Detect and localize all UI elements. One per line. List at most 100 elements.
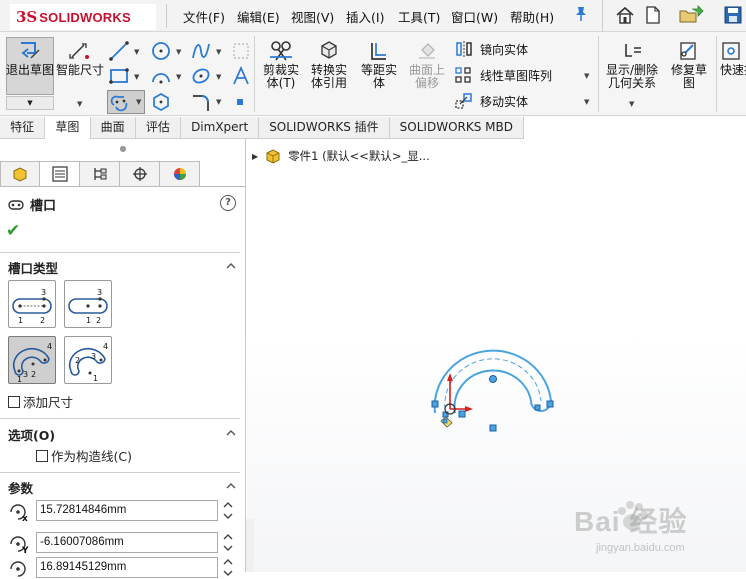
slot-centerline[interactable] bbox=[444, 358, 542, 410]
move-entities-button[interactable]: 移动实体 bbox=[454, 92, 528, 110]
slot-dropdown[interactable]: ▼ bbox=[136, 98, 141, 106]
fillet-icon[interactable] bbox=[190, 91, 212, 113]
parameters-collapse-icon[interactable] bbox=[226, 481, 236, 491]
slot-type-title[interactable]: 槽口类型 bbox=[8, 258, 58, 277]
slot-handle-left[interactable] bbox=[431, 400, 439, 408]
arc-center-point[interactable] bbox=[489, 375, 497, 383]
construction-label: 作为构造线(C) bbox=[51, 449, 132, 464]
slot-handle-end[interactable] bbox=[458, 410, 466, 418]
center-arc-slot-num-2: 2 bbox=[75, 356, 80, 365]
tab-dimxpert[interactable]: DimXpert bbox=[181, 117, 260, 139]
section-separator-2 bbox=[0, 418, 240, 419]
expand-arrow-icon[interactable]: ▶ bbox=[252, 152, 258, 161]
circle-dropdown[interactable]: ▼ bbox=[176, 48, 181, 56]
property-manager-tab[interactable] bbox=[40, 161, 80, 187]
slot-type-collapse-icon[interactable] bbox=[226, 261, 236, 271]
add-dimensions-box[interactable] bbox=[8, 395, 20, 408]
slot-handle-bottom[interactable] bbox=[489, 424, 497, 432]
circle-icon[interactable] bbox=[150, 40, 172, 62]
ellipse-icon[interactable] bbox=[190, 65, 212, 87]
construction-checkbox[interactable]: 作为构造线(C) bbox=[36, 446, 132, 465]
menu-edit[interactable]: 编辑(E) bbox=[237, 7, 280, 26]
configuration-manager-tab[interactable] bbox=[80, 161, 120, 187]
smart-dimension-dropdown[interactable]: ▼ bbox=[77, 100, 82, 108]
rectangle-dropdown[interactable]: ▼ bbox=[134, 73, 139, 81]
menu-file[interactable]: 文件(F) bbox=[183, 7, 225, 26]
tab-solidworks-mbd[interactable]: SOLIDWORKS MBD bbox=[390, 117, 524, 139]
menu-insert[interactable]: 插入(I) bbox=[346, 7, 384, 26]
new-document-icon[interactable] bbox=[642, 5, 664, 25]
show-relations-dropdown[interactable]: ▼ bbox=[629, 100, 634, 108]
trim-button[interactable]: 剪裁实体(T) bbox=[258, 40, 304, 90]
feature-manager-tab[interactable] bbox=[0, 161, 40, 187]
center-slot-num-2: 2 bbox=[96, 316, 101, 325]
linear-pattern-button[interactable]: 线性草图阵列 bbox=[454, 66, 552, 84]
exit-sketch-button[interactable]: 退出草图 bbox=[6, 40, 54, 77]
text-icon[interactable] bbox=[230, 65, 252, 87]
rectangle-icon[interactable] bbox=[108, 65, 130, 87]
point-icon[interactable] bbox=[232, 94, 254, 116]
tab-sketch[interactable]: 草图 bbox=[45, 117, 91, 139]
construction-box[interactable] bbox=[36, 449, 48, 462]
options-collapse-icon[interactable] bbox=[226, 428, 236, 438]
smart-dimension-button[interactable]: 智能尺寸 bbox=[56, 40, 104, 77]
home-icon[interactable] bbox=[614, 5, 636, 25]
spline-dropdown[interactable]: ▼ bbox=[216, 48, 221, 56]
save-icon[interactable] bbox=[722, 5, 744, 25]
radius-input[interactable]: 16.89145129mm bbox=[36, 557, 218, 578]
tab-solidworks-addins[interactable]: SOLIDWORKS 插件 bbox=[259, 117, 390, 139]
tab-surfaces[interactable]: 曲面 bbox=[91, 117, 136, 139]
pin-icon[interactable] bbox=[574, 6, 588, 26]
surface-offset-button[interactable]: 曲面上偏移 bbox=[404, 40, 450, 90]
slot-handle-right[interactable] bbox=[546, 400, 554, 408]
centerpoint-straight-slot-button[interactable]: 3 1 2 bbox=[64, 280, 112, 328]
menu-window[interactable]: 窗口(W) bbox=[451, 7, 498, 26]
line-dropdown[interactable]: ▼ bbox=[134, 48, 139, 56]
parameters-title[interactable]: 参数 bbox=[8, 478, 33, 497]
help-icon[interactable]: ? bbox=[220, 195, 236, 211]
solidworks-logo[interactable]: 3S SOLIDWORKS bbox=[10, 4, 156, 30]
offset-entities-button[interactable]: 等距实体 bbox=[356, 40, 402, 90]
convert-entities-icon bbox=[321, 41, 337, 59]
dimxpert-manager-tab[interactable] bbox=[120, 161, 160, 187]
exit-sketch-dropdown[interactable]: ▼ bbox=[6, 96, 54, 110]
convert-entities-button[interactable]: 转换实体引用 bbox=[306, 40, 352, 90]
menu-view[interactable]: 视图(V) bbox=[291, 7, 334, 26]
panel-grip-handle[interactable]: ● bbox=[0, 139, 246, 159]
spline-icon[interactable] bbox=[190, 40, 212, 62]
arc-icon[interactable] bbox=[150, 65, 172, 87]
ok-check-button[interactable]: ✔ bbox=[6, 221, 20, 241]
line-icon[interactable] bbox=[108, 40, 130, 62]
3point-arc-slot-button[interactable]: 4 3 2 1 bbox=[8, 336, 56, 384]
ellipse-dropdown[interactable]: ▼ bbox=[216, 73, 221, 81]
display-manager-tab[interactable] bbox=[160, 161, 200, 187]
fillet-dropdown[interactable]: ▼ bbox=[216, 98, 221, 106]
quick-snaps-button[interactable]: 快速提 bbox=[720, 40, 746, 77]
move-entities-dropdown[interactable]: ▼ bbox=[584, 98, 589, 106]
options-title[interactable]: 选项(O) bbox=[8, 425, 55, 444]
mirror-entities-button[interactable]: 镜向实体 bbox=[454, 40, 528, 58]
add-dimensions-checkbox[interactable]: 添加尺寸 bbox=[8, 392, 73, 411]
slot-handle-inner[interactable] bbox=[534, 404, 541, 411]
menu-help[interactable]: 帮助(H) bbox=[510, 7, 554, 26]
panel-scrollbar[interactable] bbox=[246, 519, 254, 572]
arc-dropdown[interactable]: ▼ bbox=[176, 73, 181, 81]
property-manager-title-text: 槽口 bbox=[30, 199, 57, 214]
centerpoint-arc-slot-button[interactable]: 4 2 3 1 bbox=[64, 336, 112, 384]
straight-slot-button[interactable]: 3 1 2 bbox=[8, 280, 56, 328]
offset-entities-icon bbox=[371, 43, 386, 60]
polygon-icon[interactable] bbox=[150, 91, 172, 113]
center-y-spinner[interactable] bbox=[222, 532, 234, 553]
linear-pattern-dropdown[interactable]: ▼ bbox=[584, 72, 589, 80]
open-folder-icon[interactable] bbox=[678, 5, 704, 25]
center-x-spinner[interactable] bbox=[222, 500, 234, 521]
menu-tools[interactable]: 工具(T) bbox=[398, 7, 440, 26]
radius-spinner[interactable] bbox=[222, 557, 234, 578]
feature-tree-flyout[interactable]: ▶ 零件1 (默认<<默认>_显... bbox=[252, 148, 430, 164]
center-y-input[interactable]: -6.16007086mm bbox=[36, 532, 218, 553]
center-x-input[interactable]: 15.72814846mm bbox=[36, 500, 218, 521]
tab-evaluate[interactable]: 评估 bbox=[136, 117, 182, 139]
show-relations-button[interactable]: 显示/删除几何关系 bbox=[602, 40, 662, 90]
tab-features[interactable]: 特征 bbox=[0, 117, 46, 139]
repair-sketch-button[interactable]: 修复草图 bbox=[666, 40, 712, 90]
